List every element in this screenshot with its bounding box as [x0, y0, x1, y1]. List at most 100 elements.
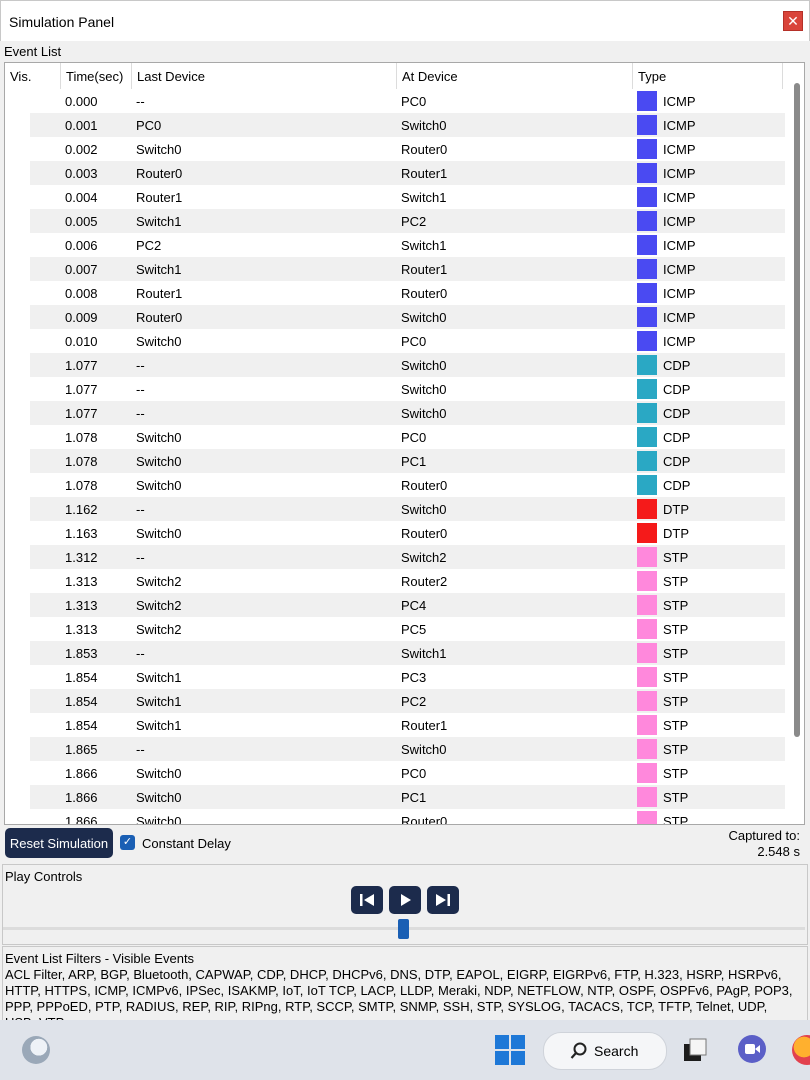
table-row[interactable]: 1.077 -- Switch0 CDP: [5, 353, 785, 377]
packet-type-color-swatch[interactable]: [637, 187, 657, 207]
cell-at-device: Switch1: [401, 646, 447, 661]
filters-title: Event List Filters - Visible Events: [5, 951, 195, 966]
packet-type-color-swatch[interactable]: [637, 427, 657, 447]
packet-type-color-swatch[interactable]: [637, 451, 657, 471]
table-row[interactable]: 1.313 Switch2 Router2 STP: [5, 569, 785, 593]
col-time-header[interactable]: Time(sec): [61, 63, 132, 89]
cell-last-device: Switch2: [136, 574, 182, 589]
table-row[interactable]: 1.854 Switch1 PC3 STP: [5, 665, 785, 689]
checkmark-icon: ✓: [120, 835, 135, 850]
packet-type-color-swatch[interactable]: [637, 235, 657, 255]
table-row[interactable]: 1.312 -- Switch2 STP: [5, 545, 785, 569]
window-titlebar: Simulation Panel ✕: [0, 0, 810, 41]
cell-at-device: PC5: [401, 622, 427, 637]
packet-type-color-swatch[interactable]: [637, 139, 657, 159]
table-row[interactable]: 0.010 Switch0 PC0 ICMP: [5, 329, 785, 353]
skip-back-button[interactable]: [351, 886, 383, 914]
table-row[interactable]: 0.008 Router1 Router0 ICMP: [5, 281, 785, 305]
meet-icon[interactable]: [738, 1035, 766, 1063]
col-last-device-header[interactable]: Last Device: [132, 63, 397, 89]
skip-forward-button[interactable]: [427, 886, 459, 914]
cell-at-device: Switch1: [401, 238, 447, 253]
table-row[interactable]: 0.002 Switch0 Router0 ICMP: [5, 137, 785, 161]
packet-type-color-swatch[interactable]: [637, 307, 657, 327]
cell-at-device: PC0: [401, 430, 427, 445]
table-row[interactable]: 1.854 Switch1 PC2 STP: [5, 689, 785, 713]
packet-type-color-swatch[interactable]: [637, 715, 657, 735]
close-button[interactable]: ✕: [783, 11, 803, 31]
table-row[interactable]: 0.000 -- PC0 ICMP: [5, 89, 785, 113]
cell-time: 0.003: [65, 166, 98, 181]
packet-type-color-swatch[interactable]: [637, 739, 657, 759]
task-view-icon[interactable]: [682, 1037, 708, 1063]
table-row[interactable]: 1.162 -- Switch0 DTP: [5, 497, 785, 521]
table-row[interactable]: 1.866 Switch0 PC0 STP: [5, 761, 785, 785]
col-vis-header[interactable]: Vis.: [5, 63, 61, 89]
packet-type-color-swatch[interactable]: [637, 523, 657, 543]
packet-type-color-swatch[interactable]: [637, 91, 657, 111]
skip-back-icon: [360, 894, 374, 906]
table-row[interactable]: 0.004 Router1 Switch1 ICMP: [5, 185, 785, 209]
col-type-header[interactable]: Type: [633, 63, 783, 89]
table-row[interactable]: 0.003 Router0 Router1 ICMP: [5, 161, 785, 185]
table-row[interactable]: 1.865 -- Switch0 STP: [5, 737, 785, 761]
vertical-scrollbar[interactable]: [794, 83, 800, 737]
packet-type-color-swatch[interactable]: [637, 475, 657, 495]
playback-slider-thumb[interactable]: [398, 919, 409, 939]
cell-at-device: PC4: [401, 598, 427, 613]
table-row[interactable]: 0.001 PC0 Switch0 ICMP: [5, 113, 785, 137]
table-row[interactable]: 1.078 Switch0 PC1 CDP: [5, 449, 785, 473]
table-row[interactable]: 1.854 Switch1 Router1 STP: [5, 713, 785, 737]
packet-type-color-swatch[interactable]: [637, 163, 657, 183]
taskbar-search-box[interactable]: Search: [543, 1032, 667, 1070]
packet-type-color-swatch[interactable]: [637, 691, 657, 711]
firefox-icon[interactable]: [792, 1035, 810, 1065]
packet-type-color-swatch[interactable]: [637, 211, 657, 231]
packet-type-color-swatch[interactable]: [637, 331, 657, 351]
cell-at-device: Switch0: [401, 358, 447, 373]
packet-type-color-swatch[interactable]: [637, 115, 657, 135]
table-row[interactable]: 1.077 -- Switch0 CDP: [5, 401, 785, 425]
packet-type-color-swatch[interactable]: [637, 403, 657, 423]
table-row[interactable]: 0.006 PC2 Switch1 ICMP: [5, 233, 785, 257]
table-row[interactable]: 0.007 Switch1 Router1 ICMP: [5, 257, 785, 281]
visible-events-list: ACL Filter, ARP, BGP, Bluetooth, CAPWAP,…: [5, 967, 793, 1027]
cell-type: STP: [663, 646, 689, 661]
table-row[interactable]: 1.077 -- Switch0 CDP: [5, 377, 785, 401]
packet-type-color-swatch[interactable]: [637, 379, 657, 399]
packet-type-color-swatch[interactable]: [637, 763, 657, 783]
cell-type: CDP: [663, 454, 691, 469]
reset-simulation-button[interactable]: Reset Simulation: [5, 828, 113, 858]
table-row[interactable]: 1.853 -- Switch1 STP: [5, 641, 785, 665]
table-row[interactable]: 1.866 Switch0 PC1 STP: [5, 785, 785, 809]
table-row[interactable]: 0.005 Switch1 PC2 ICMP: [5, 209, 785, 233]
packet-type-color-swatch[interactable]: [637, 667, 657, 687]
windows-start-icon[interactable]: [495, 1035, 525, 1065]
col-at-device-header[interactable]: At Device: [397, 63, 633, 89]
table-row[interactable]: 0.009 Router0 Switch0 ICMP: [5, 305, 785, 329]
table-row[interactable]: 1.078 Switch0 PC0 CDP: [5, 425, 785, 449]
packet-type-color-swatch[interactable]: [637, 547, 657, 567]
packet-type-color-swatch[interactable]: [637, 571, 657, 591]
table-row[interactable]: 1.163 Switch0 Router0 DTP: [5, 521, 785, 545]
packet-type-color-swatch[interactable]: [637, 643, 657, 663]
packet-type-color-swatch[interactable]: [637, 355, 657, 375]
table-row[interactable]: 1.313 Switch2 PC4 STP: [5, 593, 785, 617]
app-icon[interactable]: [22, 1036, 50, 1064]
cell-type: STP: [663, 670, 689, 685]
cell-time: 1.078: [65, 478, 98, 493]
cell-time: 1.865: [65, 742, 98, 757]
cell-time: 0.009: [65, 310, 98, 325]
event-list-table: Vis. Time(sec) Last Device At Device Typ…: [4, 62, 805, 825]
packet-type-color-swatch[interactable]: [637, 619, 657, 639]
play-button[interactable]: [389, 886, 421, 914]
packet-type-color-swatch[interactable]: [637, 787, 657, 807]
packet-type-color-swatch[interactable]: [637, 259, 657, 279]
table-row[interactable]: 1.313 Switch2 PC5 STP: [5, 617, 785, 641]
packet-type-color-swatch[interactable]: [637, 499, 657, 519]
cell-last-device: Switch0: [136, 766, 182, 781]
packet-type-color-swatch[interactable]: [637, 283, 657, 303]
cell-last-device: Switch2: [136, 598, 182, 613]
table-row[interactable]: 1.078 Switch0 Router0 CDP: [5, 473, 785, 497]
packet-type-color-swatch[interactable]: [637, 595, 657, 615]
